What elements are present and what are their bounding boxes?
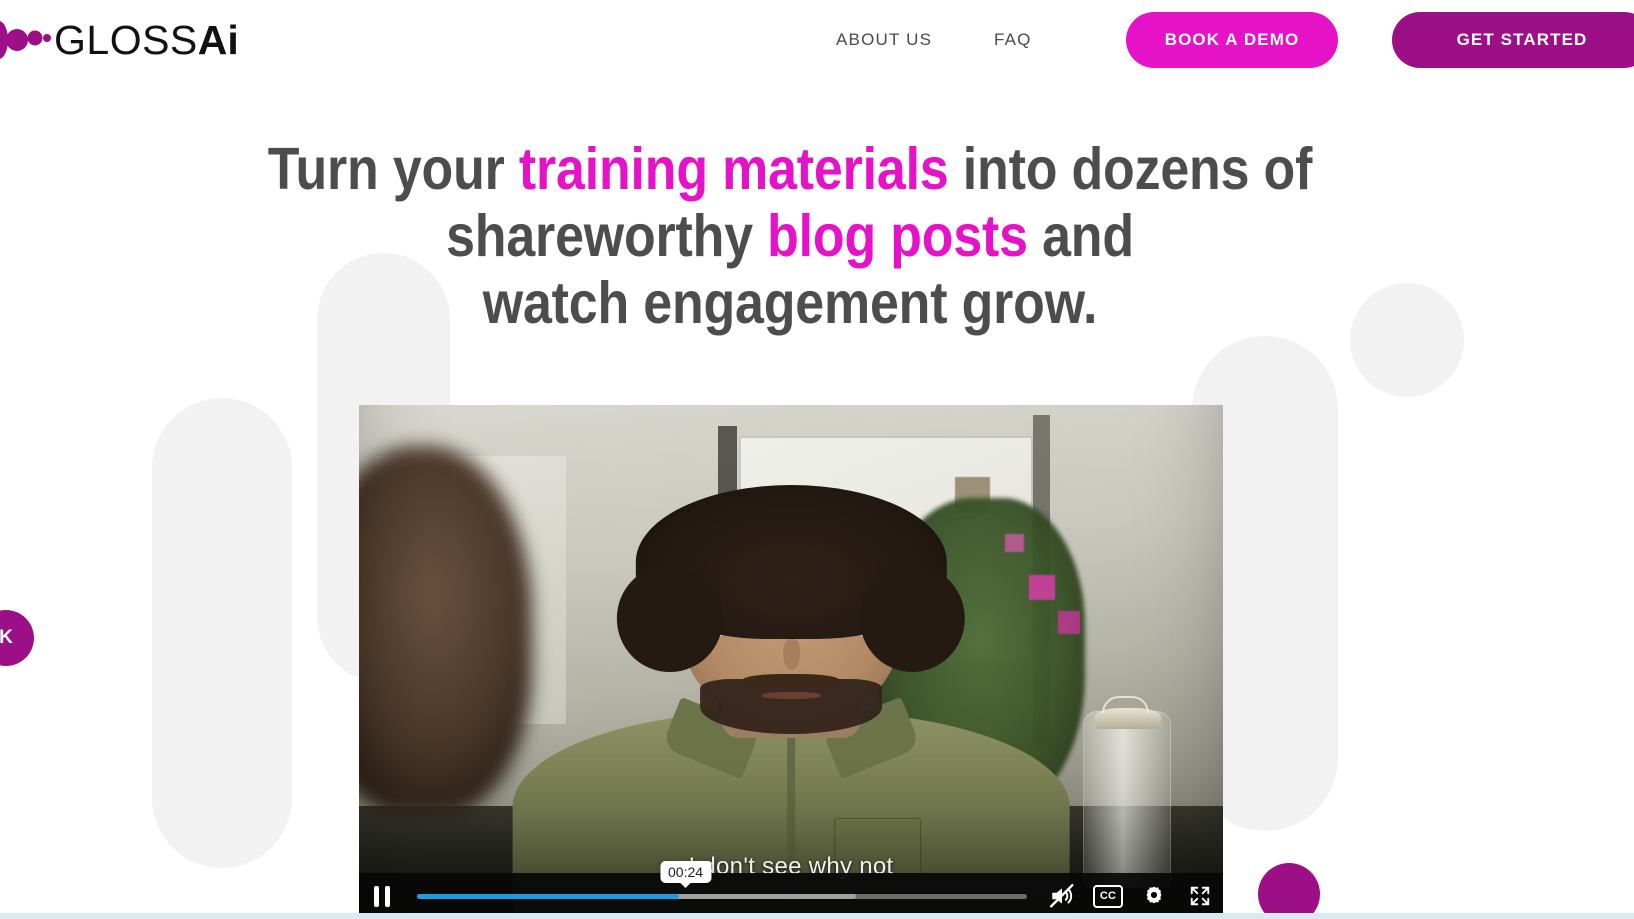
chat-bubble-widget[interactable] [1258, 863, 1320, 919]
logo-text-gloss: GLOSS [54, 16, 198, 63]
headline-line-1: Turn your training materials into dozens… [267, 135, 1313, 202]
progress-track[interactable] [417, 893, 1027, 899]
video-player[interactable]: I don't see why not 00:24 CC [359, 405, 1223, 919]
headline-line-2: shareworthy blog posts and [446, 203, 1134, 269]
headline-text: Turn your [267, 135, 519, 202]
headline-highlight-blog-posts: blog posts [767, 202, 1028, 269]
gear-icon [1146, 886, 1162, 904]
scene-vignette [359, 405, 1223, 919]
gloss-dots-icon [0, 21, 51, 59]
video-frame [359, 405, 1223, 919]
fullscreen-icon [1190, 886, 1210, 906]
headline-highlight-training-materials: training materials [518, 135, 949, 202]
page-root: GLOSS Ai ABOUT US FAQ BOOK A DEMO GET ST… [0, 0, 1634, 919]
nav-link-faq[interactable]: FAQ [994, 30, 1032, 50]
logo[interactable]: GLOSS Ai [0, 16, 239, 64]
headline-text: and [1027, 202, 1134, 269]
closed-captions-icon: CC [1093, 884, 1123, 908]
page-bottom-strip [0, 913, 1634, 919]
hero-headline: Turn your training materials into dozens… [95, 136, 1485, 337]
headline-line-3: watch engagement grow. [482, 269, 1098, 336]
side-tab-widget[interactable]: K [0, 610, 34, 666]
decorative-pill-left [152, 398, 292, 868]
headline-text: shareworthy [446, 202, 768, 269]
volume-muted-icon [1049, 883, 1074, 908]
pause-icon [374, 885, 390, 907]
progress-played [417, 893, 680, 899]
get-started-button[interactable]: GET STARTED [1392, 12, 1634, 68]
nav-link-about-us[interactable]: ABOUT US [836, 30, 932, 50]
book-a-demo-button[interactable]: BOOK A DEMO [1126, 12, 1338, 68]
logo-text-ai: Ai [197, 16, 239, 63]
site-header: GLOSS Ai ABOUT US FAQ BOOK A DEMO GET ST… [0, 0, 1634, 80]
progress-time-tooltip: 00:24 [659, 861, 712, 883]
headline-text: into dozens of [948, 135, 1313, 202]
